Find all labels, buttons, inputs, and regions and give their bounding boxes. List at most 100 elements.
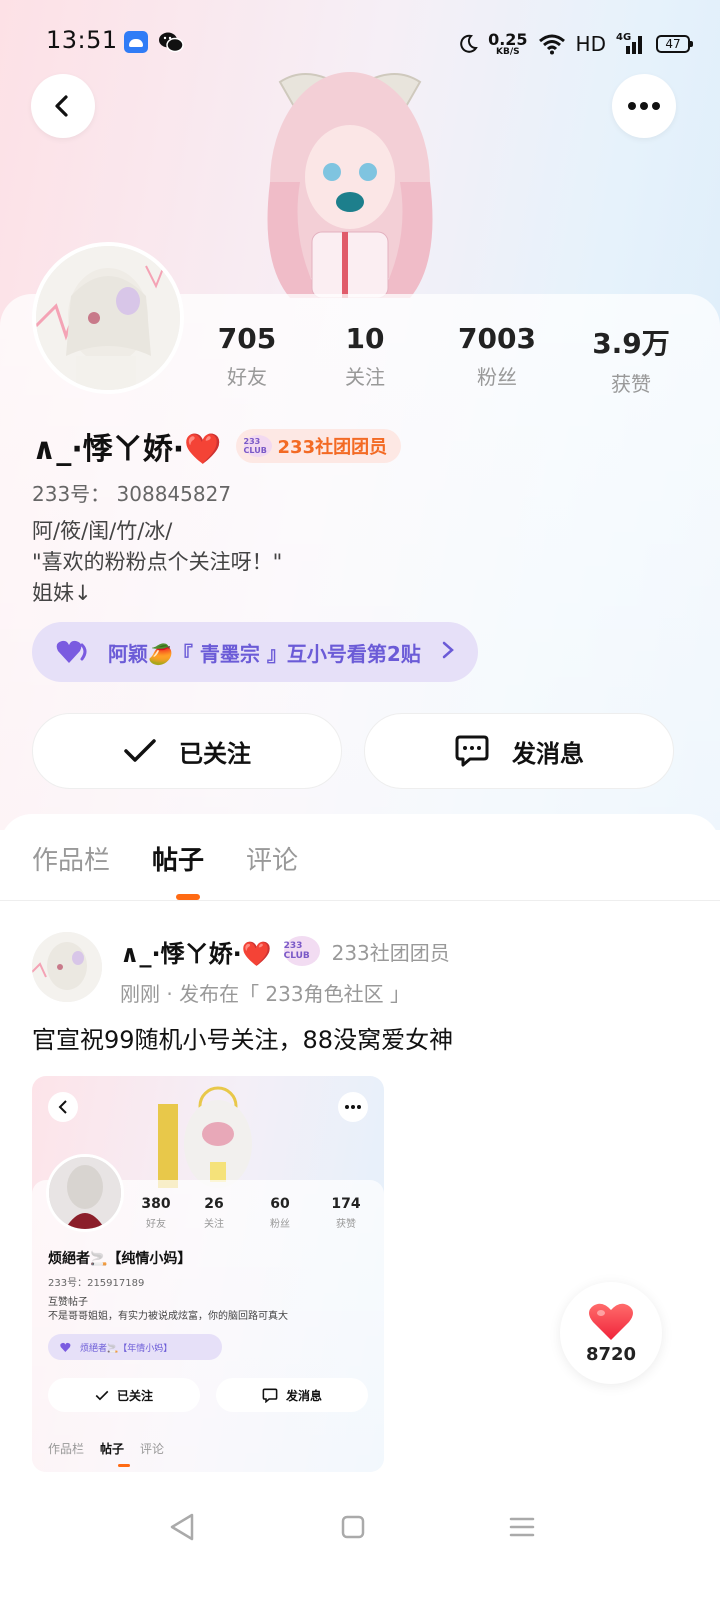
club-badge[interactable]: 233 CLUB 233社团团员 bbox=[235, 429, 402, 463]
stat-label: 粉丝 bbox=[477, 365, 517, 389]
pinned-post-text: 阿颖🥭『 青墨宗 』互小号看第2贴 bbox=[108, 641, 421, 666]
post-image-character bbox=[148, 1084, 268, 1188]
stat-value: 705 bbox=[217, 322, 277, 355]
stat-value: 10 bbox=[345, 322, 385, 355]
nav-back-button[interactable] bbox=[162, 1507, 202, 1547]
post-image-stat-label: 好友 bbox=[146, 1219, 166, 1230]
follow-button[interactable]: 已关注 bbox=[32, 713, 342, 789]
post-image-stat: 26 关注 bbox=[184, 1196, 244, 1230]
bio-line: 阿/筱/闺/竹/冰/ bbox=[32, 519, 173, 543]
post-title[interactable]: 官宣祝99随机小号关注，88没窝爱女神 bbox=[32, 1020, 453, 1055]
stat-fans[interactable]: 7003 粉丝 bbox=[442, 322, 552, 390]
avatar-character-illustration bbox=[267, 72, 433, 298]
tab-works[interactable]: 作品栏 bbox=[32, 840, 110, 880]
heart-badge-icon bbox=[60, 1342, 71, 1352]
more-options-button[interactable] bbox=[612, 74, 676, 138]
tab-comments[interactable]: 评论 bbox=[246, 840, 298, 880]
profile-stats: 705 好友 10 关注 7003 粉丝 3.9万 获赞 bbox=[180, 322, 700, 396]
post-image[interactable]: 380 好友 26 关注 60 粉丝 174 获赞 烦絕者🚬【纯情小妈】 233… bbox=[32, 1076, 384, 1472]
cell-signal-icon: 4G bbox=[616, 32, 646, 56]
stat-likes[interactable]: 3.9万 获赞 bbox=[576, 322, 686, 397]
post-image-message-label: 发消息 bbox=[285, 1388, 322, 1403]
post-image-tab-indicator bbox=[118, 1464, 130, 1467]
avatar-image bbox=[36, 246, 180, 390]
profile-name: ∧_·悸ㄚ娇·❤️ bbox=[32, 432, 222, 467]
profile-bio: 阿/筱/闺/竹/冰/ "喜欢的粉粉点个关注呀！" 姐妹↓ bbox=[32, 516, 282, 609]
post-image-stat-value: 60 bbox=[270, 1196, 290, 1212]
tabs-divider bbox=[0, 900, 720, 901]
post-image-stat-label: 获赞 bbox=[336, 1219, 356, 1230]
network-speed-unit: KB/S bbox=[496, 46, 520, 57]
stat-following[interactable]: 10 关注 bbox=[310, 322, 420, 390]
post-image-avatar bbox=[46, 1154, 124, 1232]
check-icon bbox=[124, 739, 156, 762]
post-image-stat-value: 174 bbox=[331, 1196, 361, 1212]
more-dots-icon bbox=[628, 102, 660, 110]
post-image-more-icon bbox=[338, 1092, 368, 1122]
post-image-stat: 60 粉丝 bbox=[250, 1196, 310, 1230]
club-icon: 233 CLUB bbox=[243, 435, 272, 457]
post-image-stat-label: 关注 bbox=[204, 1219, 224, 1230]
message-button-label: 发消息 bbox=[512, 739, 584, 768]
like-button[interactable]: 8720 bbox=[560, 1282, 662, 1384]
hd-indicator: HD bbox=[575, 32, 606, 56]
check-icon bbox=[95, 1390, 109, 1400]
status-right: 0.25 KB/S HD 4G 47 bbox=[458, 24, 693, 64]
post-club-label: 233社团团员 bbox=[331, 940, 450, 965]
chevron-right-icon bbox=[442, 640, 454, 664]
notification-app-icon bbox=[124, 31, 148, 53]
post-image-bio-line: 不是哥哥姐姐，有实力被说成炫富，你的脑回路可真大 bbox=[48, 1311, 288, 1322]
square-home-icon bbox=[341, 1515, 365, 1539]
post-author-avatar[interactable] bbox=[32, 932, 102, 1002]
post-image-bio: 互赞帖子 不是哥哥姐姐，有实力被说成炫富，你的脑回路可真大 bbox=[48, 1296, 288, 1324]
post-author-name[interactable]: ∧_·悸ㄚ娇·❤️ bbox=[120, 934, 272, 969]
network-speed-value: 0.25 bbox=[488, 29, 528, 49]
chat-bubble-icon bbox=[455, 735, 489, 767]
bio-line: 姐妹↓ bbox=[32, 581, 92, 605]
network-speed: 0.25 KB/S bbox=[488, 29, 528, 57]
post-image-follow-label: 已关注 bbox=[116, 1388, 153, 1403]
profile-tabs: 作品栏 帖子 评论 bbox=[32, 840, 298, 880]
battery-icon: 47 bbox=[656, 35, 693, 53]
nav-home-button[interactable] bbox=[333, 1507, 373, 1547]
post-image-user-id: 233号：215917189 bbox=[48, 1278, 145, 1289]
post-image-tab: 作品栏 bbox=[48, 1442, 85, 1456]
post-image-stat: 380 好友 bbox=[126, 1196, 186, 1230]
stat-value: 3.9万 bbox=[592, 327, 670, 360]
heart-icon bbox=[589, 1303, 633, 1340]
profile-avatar[interactable] bbox=[32, 242, 184, 394]
triangle-back-icon bbox=[170, 1513, 194, 1541]
message-button[interactable]: 发消息 bbox=[364, 713, 674, 789]
back-button[interactable] bbox=[31, 74, 95, 138]
pinned-post-link[interactable]: 阿颖🥭『 青墨宗 』互小号看第2贴 bbox=[32, 622, 478, 682]
wechat-icon bbox=[158, 31, 184, 53]
tab-posts[interactable]: 帖子 bbox=[152, 840, 204, 880]
post-meta: 刚刚 · 发布在「 233角色社区 」 bbox=[120, 982, 410, 1006]
post-image-stat-value: 380 bbox=[141, 1196, 171, 1212]
status-time: 13:51 bbox=[46, 26, 118, 54]
follow-button-label: 已关注 bbox=[179, 739, 251, 768]
post-image-stat-value: 26 bbox=[204, 1196, 224, 1212]
moon-icon bbox=[460, 34, 478, 53]
stat-label: 关注 bbox=[345, 365, 385, 389]
post-image-pinned-text: 烦絕者🚬【年情小妈】 bbox=[80, 1343, 173, 1354]
like-count: 8720 bbox=[585, 1343, 637, 1365]
post-image-bio-line: 互赞帖子 bbox=[48, 1297, 88, 1308]
post-image-message: 发消息 bbox=[216, 1378, 368, 1412]
post-image-tabs: 作品栏 帖子 评论 bbox=[48, 1440, 164, 1457]
post-image-back-icon bbox=[48, 1092, 78, 1122]
wifi-icon bbox=[538, 34, 565, 55]
post-author-row: ∧_·悸ㄚ娇·❤️ 233 CLUB 233社团团员 bbox=[120, 934, 450, 968]
nav-menu-button[interactable] bbox=[502, 1507, 542, 1547]
user-id: 233号： 308845827 bbox=[32, 482, 232, 506]
club-icon: 233 CLUB bbox=[283, 936, 320, 966]
stat-label: 好友 bbox=[227, 365, 267, 389]
menu-lines-icon bbox=[509, 1517, 535, 1537]
post-image-tab: 帖子 bbox=[100, 1442, 125, 1456]
post-image-name: 烦絕者🚬【纯情小妈】 bbox=[48, 1251, 192, 1267]
post-image-follow: 已关注 bbox=[48, 1378, 200, 1412]
post-avatar-image bbox=[32, 932, 102, 1002]
profile-name-row: ∧_·悸ㄚ娇·❤️ 233 CLUB 233社团团员 bbox=[32, 426, 402, 467]
chat-bubble-icon bbox=[262, 1388, 278, 1403]
stat-friends[interactable]: 705 好友 bbox=[192, 322, 302, 390]
